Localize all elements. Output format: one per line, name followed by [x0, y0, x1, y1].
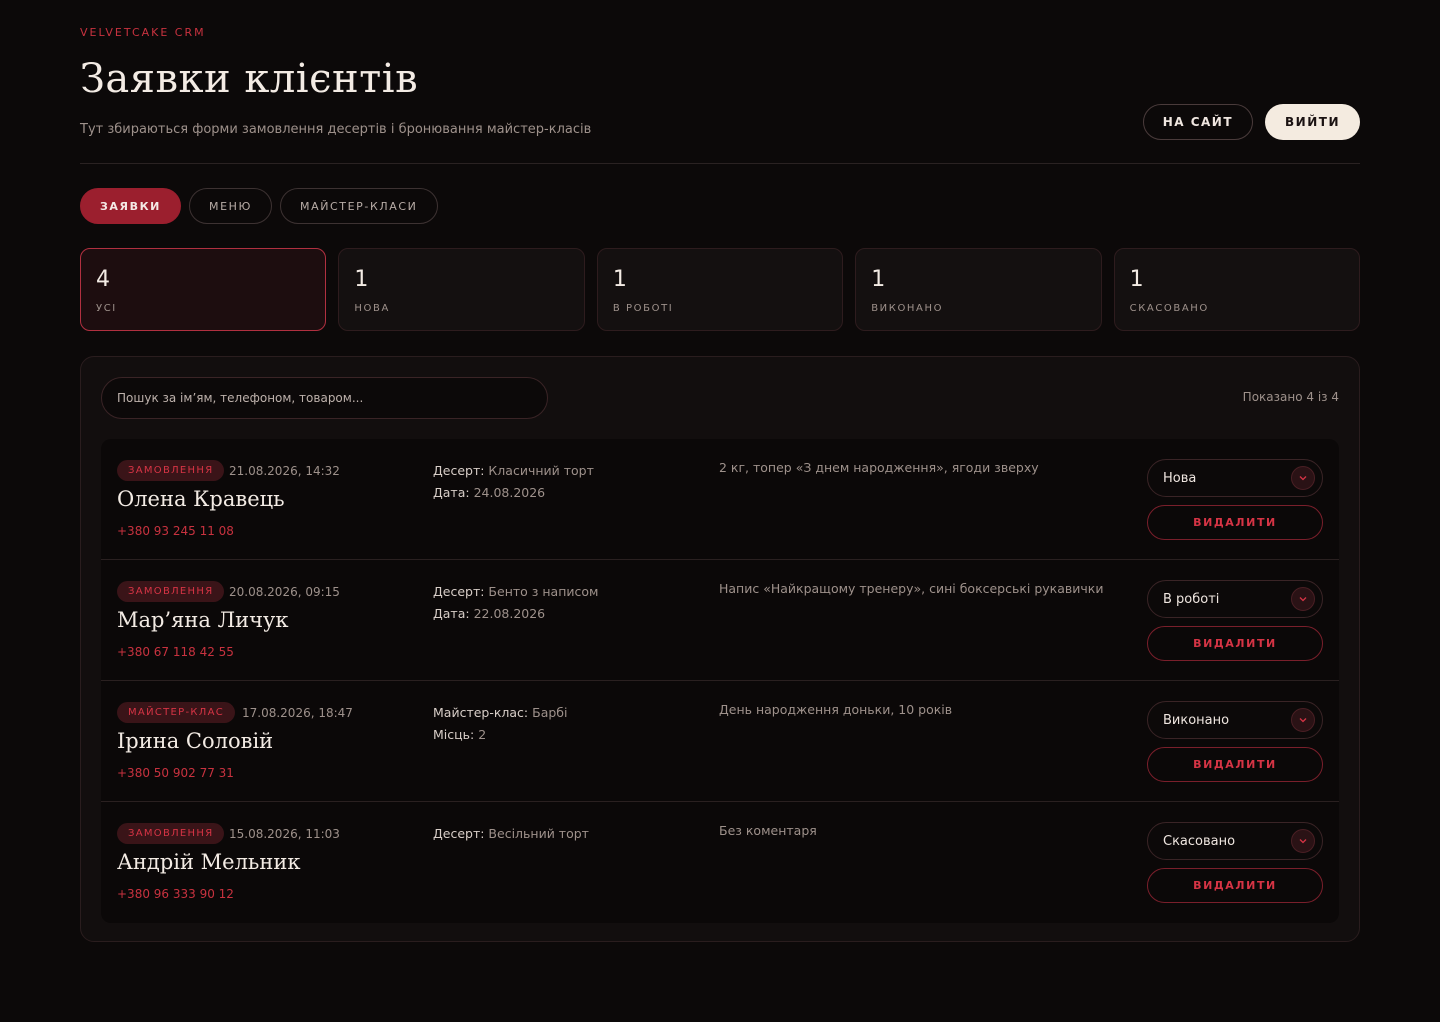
detail-value: 22.08.2026 — [469, 606, 546, 621]
status-value: В роботі — [1163, 591, 1220, 607]
filter-count: 1 — [1129, 267, 1144, 292]
page-subtitle: Тут збираються форми замовлення десертів… — [80, 122, 592, 137]
client-phone: +380 93 245 11 08 — [117, 524, 234, 538]
filter-done[interactable]: 1 ВИКОНАНО — [855, 248, 1102, 331]
request-details: Десерт: Класичний торт Дата: 24.08.2026 — [433, 460, 594, 504]
detail-key: Десерт: — [433, 584, 485, 599]
search-input[interactable] — [101, 377, 548, 419]
header-actions: НА САЙТ ВИЙТИ — [1142, 104, 1360, 140]
tab-masterclasses[interactable]: МАЙСТЕР-КЛАСИ — [279, 188, 438, 224]
type-badge: МАЙСТЕР-КЛАС — [117, 702, 236, 723]
chevron-down-icon — [1291, 708, 1315, 732]
chevron-down-icon — [1291, 587, 1315, 611]
status-value: Нова — [1163, 470, 1197, 486]
logout-button[interactable]: ВИЙТИ — [1265, 104, 1360, 140]
status-select[interactable]: Скасовано — [1147, 822, 1323, 860]
status-filters: 4 УСІ 1 НОВА 1 В РОБОТІ 1 ВИКОНАНО 1 СКА… — [80, 248, 1361, 331]
status-select[interactable]: Нова — [1147, 459, 1323, 497]
tab-menu[interactable]: МЕНЮ — [188, 188, 272, 224]
detail-key: Десерт: — [433, 463, 485, 478]
client-name: Ірина Соловій — [117, 729, 274, 753]
delete-button[interactable]: ВИДАЛИТИ — [1147, 747, 1323, 782]
request-comment: День народження доньки, 10 років — [719, 702, 953, 717]
filter-count: 4 — [96, 267, 110, 292]
requests-list: ЗАМОВЛЕННЯ 21.08.2026, 14:32 Олена Краве… — [101, 439, 1339, 923]
header-divider — [80, 163, 1360, 164]
filter-label: ВИКОНАНО — [871, 303, 944, 314]
detail-key: Дата: — [433, 485, 470, 500]
detail-value: Барбі — [528, 705, 568, 720]
request-comment: Напис «Найкращому тренеру», сині боксерс… — [719, 581, 1104, 596]
detail-value: Весільний торт — [484, 826, 589, 841]
request-comment: Без коментаря — [719, 823, 817, 838]
client-phone: +380 67 118 42 55 — [117, 645, 234, 659]
detail-value: Класичний торт — [484, 463, 594, 478]
filter-cancelled[interactable]: 1 СКАСОВАНО — [1113, 248, 1361, 331]
requests-panel: Показано 4 із 4 ЗАМОВЛЕННЯ 21.08.2026, 1… — [80, 356, 1360, 942]
detail-key: Дата: — [433, 606, 470, 621]
type-badge: ЗАМОВЛЕННЯ — [117, 823, 225, 844]
request-date: 20.08.2026, 09:15 — [229, 585, 340, 599]
request-comment: 2 кг, топер «З днем народження», ягоди з… — [719, 460, 1039, 475]
page-title: Заявки клієнтів — [80, 56, 419, 102]
filter-new[interactable]: 1 НОВА — [338, 248, 585, 331]
detail-key: Майстер-клас: — [433, 705, 529, 720]
chevron-down-icon — [1291, 466, 1315, 490]
list-item: ЗАМОВЛЕННЯ 20.08.2026, 09:15 Мар’яна Лич… — [101, 560, 1339, 681]
delete-button[interactable]: ВИДАЛИТИ — [1147, 505, 1323, 540]
detail-value: 2 — [474, 727, 487, 742]
chevron-down-icon — [1291, 829, 1315, 853]
detail-value: 24.08.2026 — [469, 485, 546, 500]
type-badge: ЗАМОВЛЕННЯ — [117, 581, 225, 602]
filter-all[interactable]: 4 УСІ — [80, 248, 327, 331]
section-tabs: ЗАЯВКИ МЕНЮ МАЙСТЕР-КЛАСИ — [80, 188, 438, 224]
filter-count: 1 — [612, 267, 627, 292]
to-site-button[interactable]: НА САЙТ — [1142, 104, 1254, 140]
client-name: Мар’яна Личук — [117, 608, 289, 632]
client-phone: +380 96 333 90 12 — [117, 887, 234, 901]
list-item: ЗАМОВЛЕННЯ 15.08.2026, 11:03 Андрій Мель… — [101, 802, 1339, 923]
detail-key: Місць: — [433, 727, 475, 742]
client-name: Олена Кравець — [117, 487, 285, 511]
type-badge: ЗАМОВЛЕННЯ — [117, 460, 225, 481]
tab-requests[interactable]: ЗАЯВКИ — [80, 188, 181, 224]
detail-value: Бенто з написом — [484, 584, 599, 599]
filter-label: В РОБОТІ — [612, 303, 674, 314]
request-details: Майстер-клас: Барбі Місць: 2 — [433, 702, 567, 746]
status-value: Виконано — [1163, 712, 1230, 728]
filter-count: 1 — [354, 267, 369, 292]
client-name: Андрій Мельник — [117, 850, 301, 874]
delete-button[interactable]: ВИДАЛИТИ — [1147, 868, 1323, 903]
filter-label: СКАСОВАНО — [1129, 303, 1209, 314]
filter-label: УСІ — [96, 303, 117, 314]
brand-label: VELVETCAKE CRM — [80, 26, 206, 39]
filter-in-progress[interactable]: 1 В РОБОТІ — [596, 248, 844, 331]
request-details: Десерт: Бенто з написом Дата: 22.08.2026 — [433, 581, 598, 625]
page: VELVETCAKE CRM Заявки клієнтів Тут збира… — [0, 0, 1440, 1022]
list-item: МАЙСТЕР-КЛАС 17.08.2026, 18:47 Ірина Сол… — [101, 681, 1339, 802]
status-value: Скасовано — [1163, 833, 1236, 849]
request-date: 17.08.2026, 18:47 — [242, 706, 353, 720]
request-date: 21.08.2026, 14:32 — [229, 464, 340, 478]
list-item: ЗАМОВЛЕННЯ 21.08.2026, 14:32 Олена Краве… — [101, 439, 1339, 560]
filter-count: 1 — [871, 267, 886, 292]
detail-key: Десерт: — [433, 826, 485, 841]
delete-button[interactable]: ВИДАЛИТИ — [1147, 626, 1323, 661]
status-select[interactable]: Виконано — [1147, 701, 1323, 739]
client-phone: +380 50 902 77 31 — [117, 766, 234, 780]
request-date: 15.08.2026, 11:03 — [229, 827, 340, 841]
filter-label: НОВА — [354, 303, 390, 314]
results-count: Показано 4 із 4 — [1242, 390, 1339, 404]
status-select[interactable]: В роботі — [1147, 580, 1323, 618]
request-details: Десерт: Весільний торт — [433, 823, 589, 845]
